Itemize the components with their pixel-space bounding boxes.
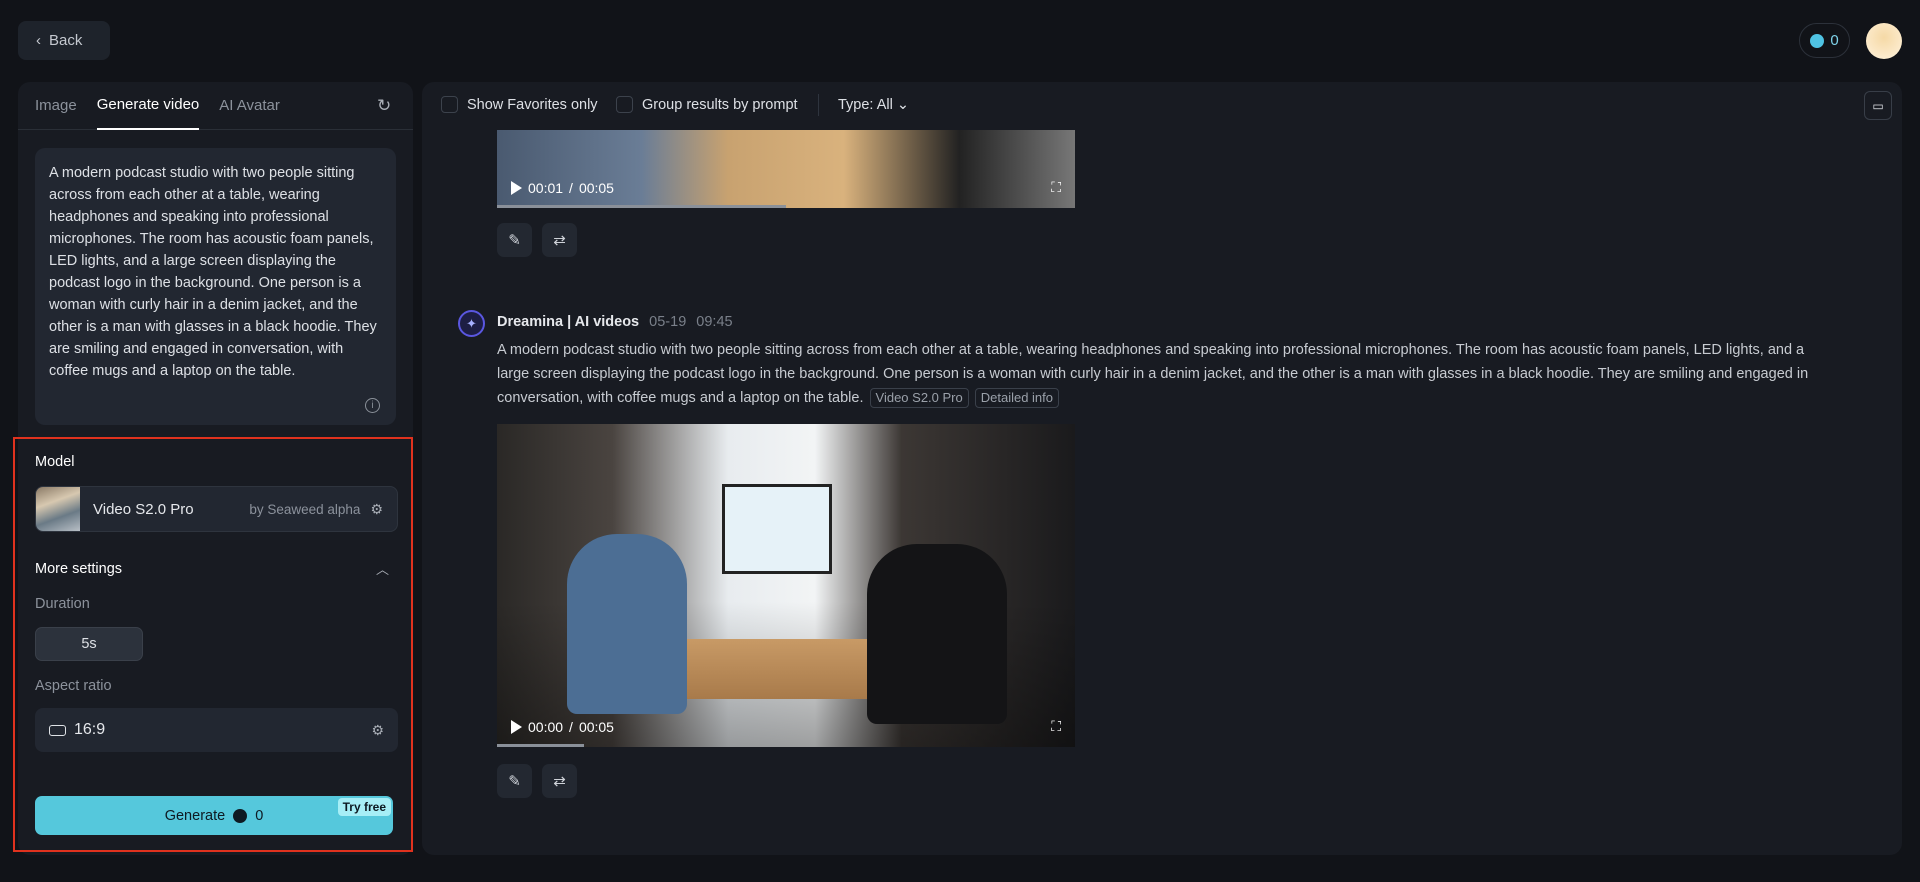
model-selector[interactable]: Video S2.0 Pro by Seaweed alpha ⚙ — [35, 486, 398, 532]
video-player[interactable]: 00:00/00:05 ⛶ — [497, 424, 1075, 747]
divider — [818, 94, 819, 116]
chevron-left-icon: ‹ — [36, 32, 41, 49]
aspect-ratio-selector[interactable]: 16:9 ⚙ — [35, 708, 398, 752]
group-toggle[interactable]: Group results by prompt — [616, 96, 798, 113]
duration-option[interactable]: 5s — [35, 627, 143, 661]
result-header: Dreamina | AI videos 05-19 09:45 — [497, 314, 733, 330]
person-man — [867, 544, 1007, 724]
sliders-icon: ⚙ — [371, 721, 384, 738]
fullscreen-icon[interactable]: ⛶ — [1051, 718, 1061, 735]
prompt-input[interactable]: A modern podcast studio with two people … — [35, 148, 396, 425]
chevron-up-icon[interactable]: ︿ — [376, 559, 389, 578]
fullscreen-icon[interactable]: ⛶ — [1051, 179, 1061, 196]
progress-bar[interactable] — [497, 744, 584, 747]
dreamina-logo-icon: ✦ — [458, 310, 485, 337]
edit-button[interactable]: ✎ — [497, 764, 532, 798]
favorites-toggle[interactable]: Show Favorites only — [441, 96, 598, 113]
play-icon[interactable] — [511, 181, 522, 195]
podcast-screen — [722, 484, 832, 574]
ratio-icon — [49, 724, 66, 736]
checkbox[interactable] — [616, 96, 633, 113]
model-thumbnail — [36, 487, 80, 531]
model-tag[interactable]: Video S2.0 Pro — [869, 388, 969, 408]
type-filter[interactable]: Type: All ⌄ — [838, 97, 909, 113]
person-woman — [567, 534, 687, 714]
mode-tabs: Image Generate video AI Avatar ↻ — [18, 82, 413, 130]
try-free-badge: Try free — [337, 798, 391, 816]
reset-icon[interactable]: ↻ — [377, 96, 395, 115]
tab-ai-avatar[interactable]: AI Avatar — [219, 82, 280, 130]
folder-icon[interactable]: ▭ — [1864, 91, 1892, 120]
credits-badge[interactable]: 0 — [1799, 23, 1850, 58]
more-settings-label[interactable]: More settings — [35, 561, 122, 577]
duration-label: Duration — [35, 596, 90, 612]
video-player[interactable]: 00:01/00:05 ⛶ — [497, 130, 1075, 208]
back-button[interactable]: ‹ Back — [18, 21, 110, 60]
checkbox[interactable] — [441, 96, 458, 113]
info-icon[interactable]: i — [365, 398, 380, 413]
play-icon[interactable] — [511, 720, 522, 734]
tab-generate-video[interactable]: Generate video — [96, 82, 200, 130]
sliders-icon: ⚙ — [370, 500, 383, 517]
result-prompt: A modern podcast studio with two people … — [497, 342, 1809, 408]
tab-image[interactable]: Image — [35, 82, 77, 130]
detailed-info-tag[interactable]: Detailed info — [974, 388, 1060, 408]
chevron-down-icon: ⌄ — [896, 97, 909, 113]
regenerate-button[interactable]: ⇄ — [542, 764, 577, 798]
credit-icon — [233, 808, 248, 823]
generate-button[interactable]: Generate 0 Try free — [35, 796, 393, 835]
credit-icon — [1810, 33, 1825, 48]
progress-bar[interactable] — [497, 205, 786, 208]
model-label: Model — [35, 454, 75, 470]
user-avatar[interactable] — [1866, 23, 1902, 59]
edit-button[interactable]: ✎ — [497, 223, 532, 257]
aspect-ratio-label: Aspect ratio — [35, 678, 112, 694]
regenerate-button[interactable]: ⇄ — [542, 223, 577, 257]
